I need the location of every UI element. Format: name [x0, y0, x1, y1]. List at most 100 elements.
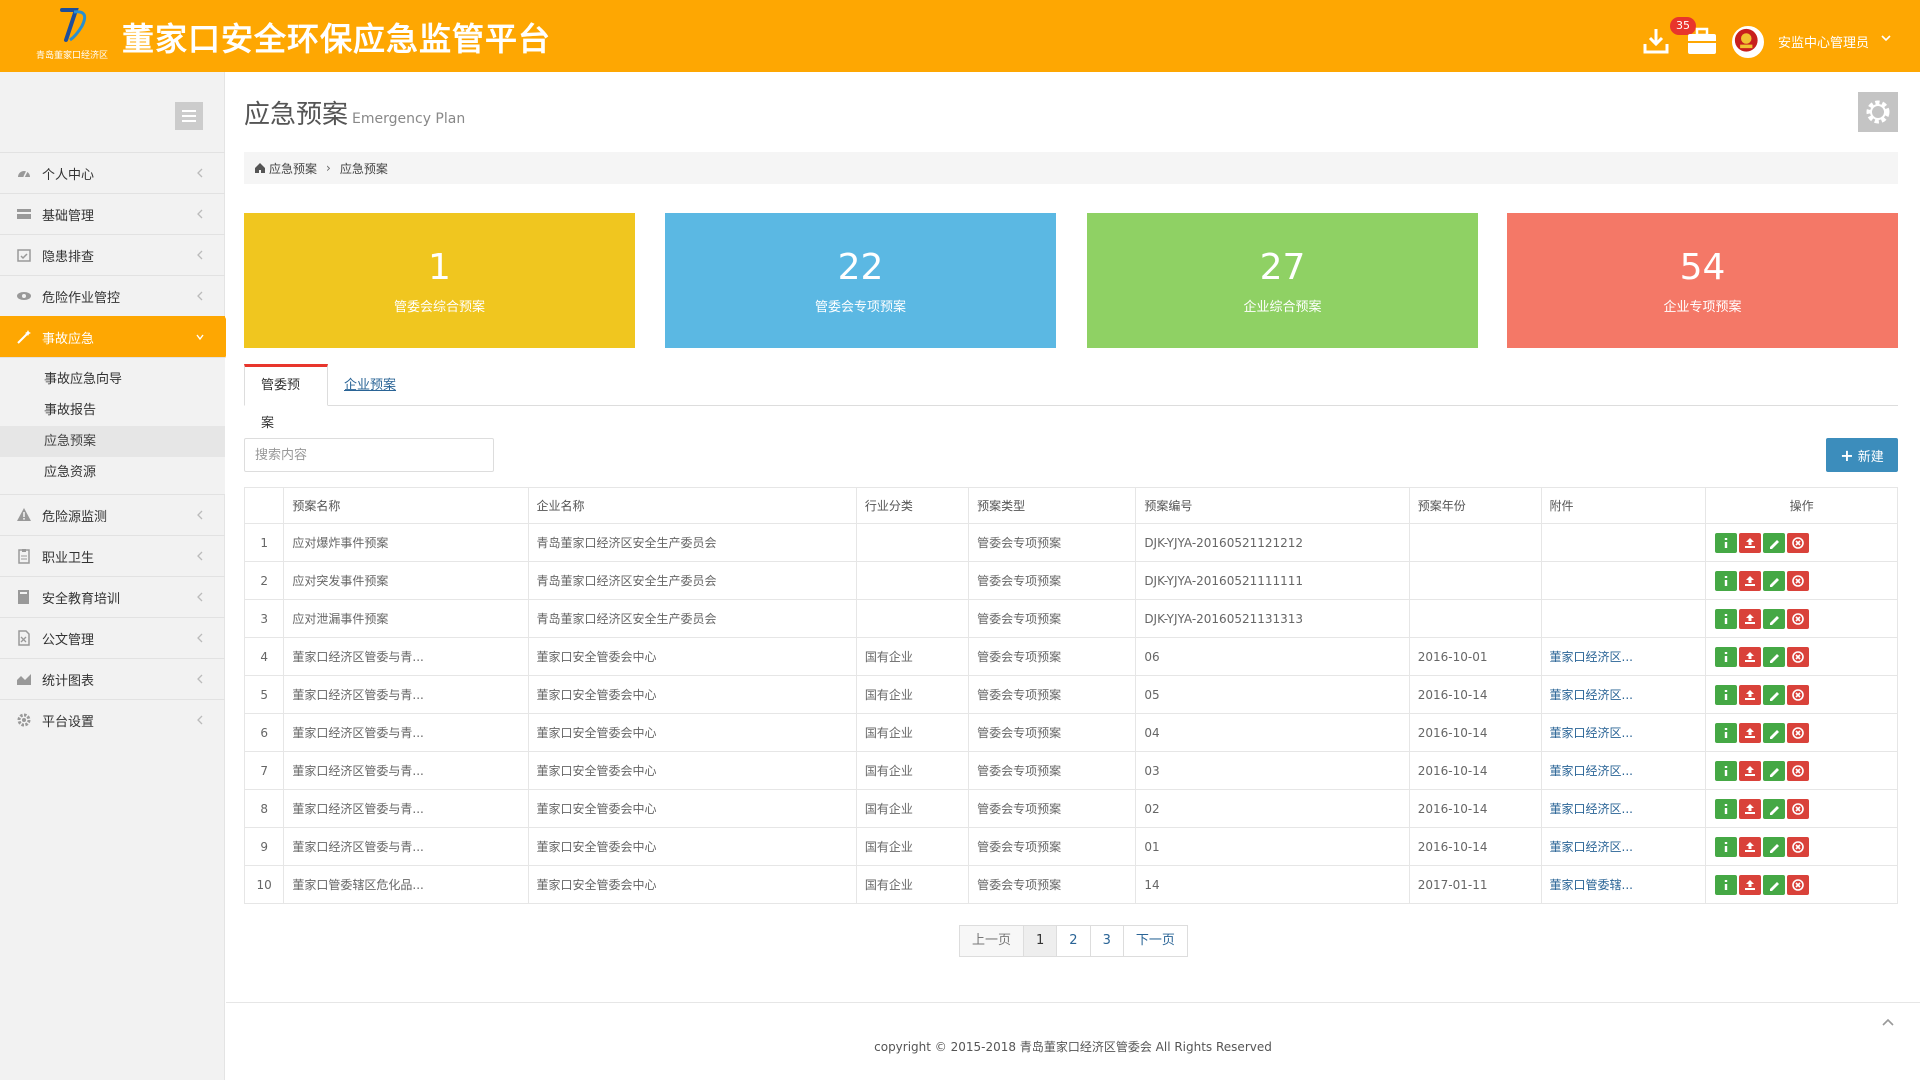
sidebar-item-platform-settings[interactable]: 平台设置: [0, 699, 225, 740]
table-row[interactable]: 5 董家口经济区管委与青... 董家口安全管委会中心 国有企业 管委会专项预案 05 201…: [243, 675, 1898, 714]
edit-button[interactable]: [1763, 646, 1786, 667]
sidebar-item-accident-emergency[interactable]: 事故应急: [0, 316, 235, 358]
page-button-2[interactable]: 2: [1056, 925, 1091, 957]
attachment[interactable]: 董家口经济区...: [1540, 713, 1707, 752]
avatar[interactable]: [1732, 26, 1764, 58]
column-header[interactable]: 预案编号: [1135, 487, 1410, 524]
download-icon[interactable]: [1642, 26, 1670, 56]
home-icon[interactable]: [254, 162, 266, 174]
submenu-item-emergency-plan[interactable]: 应急预案: [0, 426, 225, 457]
delete-button[interactable]: [1787, 608, 1810, 629]
edit-button[interactable]: [1763, 570, 1786, 591]
delete-button[interactable]: [1787, 874, 1810, 895]
upload-button[interactable]: [1739, 722, 1762, 743]
user-menu-name[interactable]: 安监中心管理员: [1778, 32, 1869, 51]
view-button[interactable]: [1715, 836, 1738, 857]
delete-button[interactable]: [1787, 722, 1810, 743]
edit-button[interactable]: [1763, 874, 1786, 895]
edit-button[interactable]: [1763, 760, 1786, 781]
sidebar-item-document-management[interactable]: 公文管理: [0, 617, 225, 658]
delete-button[interactable]: [1787, 760, 1810, 781]
column-header[interactable]: 企业名称: [527, 487, 857, 524]
upload-button[interactable]: [1739, 608, 1762, 629]
table-row[interactable]: 1 应对爆炸事件预案 青岛董家口经济区安全生产委员会 管委会专项预案 DJK-YJYA-…: [243, 523, 1898, 562]
tab-enterprise-plans[interactable]: 企业预案: [328, 364, 412, 406]
logo[interactable]: 青岛董家口经济区: [30, 6, 110, 62]
delete-button[interactable]: [1787, 532, 1810, 553]
sidebar-item-hazard-monitoring[interactable]: 危险源监测: [0, 494, 225, 535]
column-header[interactable]: 预案类型: [968, 487, 1137, 524]
page-button-3[interactable]: 3: [1089, 925, 1124, 957]
briefcase-icon[interactable]: [1686, 26, 1718, 56]
sidebar-item-safety-training[interactable]: 安全教育培训: [0, 576, 225, 617]
view-button[interactable]: [1715, 532, 1738, 553]
upload-button[interactable]: [1739, 532, 1762, 553]
attachment[interactable]: 董家口经济区...: [1540, 789, 1707, 828]
table-row[interactable]: 7 董家口经济区管委与青... 董家口安全管委会中心 国有企业 管委会专项预案 03 201…: [243, 751, 1898, 790]
table-row[interactable]: 3 应对泄漏事件预案 青岛董家口经济区安全生产委员会 管委会专项预案 DJK-YJYA-…: [243, 599, 1898, 638]
tab-committee-plans[interactable]: 管委预案: [244, 364, 328, 431]
attachment[interactable]: 董家口经济区...: [1540, 675, 1707, 714]
delete-button[interactable]: [1787, 570, 1810, 591]
view-button[interactable]: [1715, 722, 1738, 743]
edit-button[interactable]: [1763, 684, 1786, 705]
view-button[interactable]: [1715, 798, 1738, 819]
view-button[interactable]: [1715, 760, 1738, 781]
attachment[interactable]: 董家口经济区...: [1540, 637, 1707, 676]
upload-button[interactable]: [1739, 684, 1762, 705]
delete-button[interactable]: [1787, 798, 1810, 819]
upload-button[interactable]: [1739, 836, 1762, 857]
stat-card-enterprise-special[interactable]: 54 企业专项预案: [1507, 213, 1898, 348]
settings-button[interactable]: [1858, 92, 1898, 132]
table-row[interactable]: 9 董家口经济区管委与青... 董家口安全管委会中心 国有企业 管委会专项预案 01 201…: [243, 827, 1898, 866]
submenu-item-emergency-resources[interactable]: 应急资源: [0, 457, 225, 488]
attachment[interactable]: [1540, 561, 1707, 600]
chevron-up-icon[interactable]: [1878, 1012, 1898, 1032]
edit-button[interactable]: [1763, 532, 1786, 553]
attachment[interactable]: 董家口管委辖...: [1540, 865, 1707, 904]
edit-button[interactable]: [1763, 722, 1786, 743]
upload-button[interactable]: [1739, 798, 1762, 819]
next-page-button[interactable]: 下一页: [1122, 925, 1188, 957]
upload-button[interactable]: [1739, 874, 1762, 895]
delete-button[interactable]: [1787, 646, 1810, 667]
edit-button[interactable]: [1763, 798, 1786, 819]
sidebar-item-hazard-inspection[interactable]: 隐患排查: [0, 234, 225, 275]
view-button[interactable]: [1715, 684, 1738, 705]
column-header[interactable]: 行业分类: [855, 487, 970, 524]
delete-button[interactable]: [1787, 684, 1810, 705]
chevron-down-icon[interactable]: [1880, 32, 1892, 44]
sidebar-item-personal-center[interactable]: 个人中心: [0, 152, 225, 193]
column-header[interactable]: 预案名称: [283, 487, 529, 524]
sidebar-item-occupational-health[interactable]: 职业卫生: [0, 535, 225, 576]
breadcrumb-item[interactable]: 应急预案: [269, 160, 317, 177]
table-row[interactable]: 4 董家口经济区管委与青... 董家口安全管委会中心 国有企业 管委会专项预案 06 201…: [243, 637, 1898, 676]
column-header[interactable]: 预案年份: [1408, 487, 1542, 524]
edit-button[interactable]: [1763, 608, 1786, 629]
delete-button[interactable]: [1787, 836, 1810, 857]
submenu-item-accident-report[interactable]: 事故报告: [0, 395, 225, 426]
page-button-1[interactable]: 1: [1023, 925, 1058, 957]
stat-card-committee-general[interactable]: 1 管委会综合预案: [244, 213, 635, 348]
table-row[interactable]: 8 董家口经济区管委与青... 董家口安全管委会中心 国有企业 管委会专项预案 02 201…: [243, 789, 1898, 828]
attachment[interactable]: [1540, 523, 1707, 562]
sidebar-item-statistics[interactable]: 统计图表: [0, 658, 225, 699]
upload-button[interactable]: [1739, 570, 1762, 591]
table-row[interactable]: 6 董家口经济区管委与青... 董家口安全管委会中心 国有企业 管委会专项预案 04 201…: [243, 713, 1898, 752]
upload-button[interactable]: [1739, 760, 1762, 781]
edit-button[interactable]: [1763, 836, 1786, 857]
sidebar-item-basic-management[interactable]: 基础管理: [0, 193, 225, 234]
submenu-item-emergency-guide[interactable]: 事故应急向导: [0, 364, 225, 395]
view-button[interactable]: [1715, 570, 1738, 591]
view-button[interactable]: [1715, 608, 1738, 629]
attachment[interactable]: 董家口经济区...: [1540, 827, 1707, 866]
table-row[interactable]: 10 董家口管委辖区危化品... 董家口安全管委会中心 国有企业 管委会专项预案 14 20…: [243, 865, 1898, 904]
stat-card-enterprise-general[interactable]: 27 企业综合预案: [1087, 213, 1478, 348]
stat-card-committee-special[interactable]: 22 管委会专项预案: [665, 213, 1056, 348]
sidebar-toggle-button[interactable]: [175, 102, 203, 130]
table-row[interactable]: 2 应对突发事件预案 青岛董家口经济区安全生产委员会 管委会专项预案 DJK-YJYA-…: [243, 561, 1898, 600]
attachment[interactable]: 董家口经济区...: [1540, 751, 1707, 790]
prev-page-button[interactable]: 上一页: [959, 925, 1025, 957]
new-plan-button[interactable]: + 新建: [1826, 438, 1898, 472]
view-button[interactable]: [1715, 646, 1738, 667]
